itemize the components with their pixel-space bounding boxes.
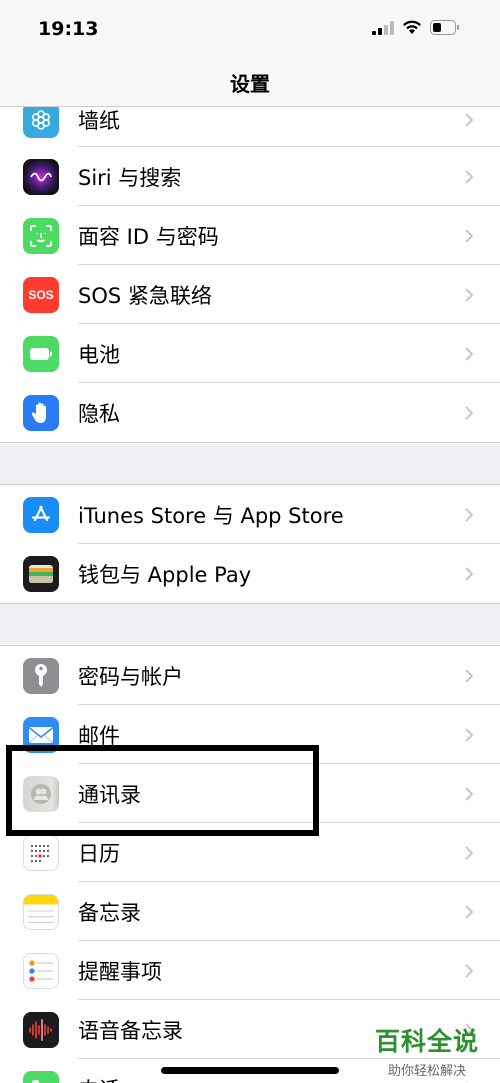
- settings-row-sos[interactable]: SOS SOS 紧急联络: [0, 265, 500, 324]
- settings-row-battery[interactable]: 电池: [0, 324, 500, 383]
- page-title: 设置: [230, 72, 270, 96]
- settings-row-notes[interactable]: 备忘录: [0, 882, 500, 941]
- watermark-title: 百科全说: [375, 1027, 480, 1056]
- row-label: 隐私: [78, 401, 120, 426]
- settings-row-wallpaper[interactable]: 墙纸: [0, 107, 500, 147]
- row-label: 密码与帐户: [78, 664, 183, 689]
- chevron-right-icon: [465, 727, 474, 742]
- settings-group-2: iTunes Store 与 App Store 钱包与 Apple Pay: [0, 485, 500, 603]
- calendar-icon: [23, 834, 59, 871]
- row-label: 日历: [78, 841, 120, 866]
- chevron-right-icon: [465, 169, 474, 184]
- row-label: 面容 ID 与密码: [78, 224, 219, 249]
- notes-icon: [23, 893, 59, 930]
- row-label: iTunes Store 与 App Store: [78, 503, 344, 528]
- voice-memos-icon: [23, 1011, 59, 1048]
- home-indicator[interactable]: [161, 1067, 339, 1074]
- chevron-right-icon: [465, 566, 474, 581]
- key-icon: [23, 657, 59, 694]
- siri-icon: [23, 158, 59, 195]
- cellular-signal-icon: [372, 20, 394, 35]
- battery-status-icon: [430, 20, 459, 35]
- chevron-right-icon: [465, 228, 474, 243]
- settings-list[interactable]: 墙纸 Siri 与搜索 面容 ID 与密码 SOS SOS 紧急联络 电池 隐私…: [0, 107, 500, 1083]
- navigation-bar: 设置: [0, 58, 500, 107]
- highlight-box: [6, 745, 319, 836]
- chevron-right-icon: [465, 845, 474, 860]
- settings-group-1: 墙纸 Siri 与搜索 面容 ID 与密码 SOS SOS 紧急联络 电池 隐私: [0, 107, 500, 442]
- row-label: 电池: [78, 342, 120, 367]
- wallet-icon: [23, 555, 59, 592]
- row-label: 钱包与 Apple Pay: [78, 562, 252, 587]
- watermark-subtitle: 助你轻松解决: [388, 1064, 467, 1079]
- chevron-right-icon: [465, 668, 474, 683]
- hand-icon: [23, 394, 59, 431]
- wifi-icon: [403, 20, 421, 34]
- app-store-icon: [23, 496, 59, 533]
- chevron-right-icon: [465, 786, 474, 801]
- settings-row-wallet[interactable]: 钱包与 Apple Pay: [0, 544, 500, 603]
- chevron-right-icon: [465, 287, 474, 302]
- section-gap: [0, 603, 500, 646]
- chevron-right-icon: [465, 904, 474, 919]
- settings-row-privacy[interactable]: 隐私: [0, 383, 500, 442]
- battery-icon: [23, 335, 59, 372]
- sos-icon: SOS: [23, 276, 59, 313]
- settings-group-3: 密码与帐户 邮件 通讯录 日历 备忘录 提醒事项 语音备忘录: [0, 646, 500, 1083]
- reminders-icon: [23, 952, 59, 989]
- face-id-icon: [23, 217, 59, 254]
- chevron-right-icon: [465, 405, 474, 420]
- section-gap: [0, 442, 500, 485]
- status-time: 19:13: [38, 18, 99, 40]
- row-label: 墙纸: [78, 109, 120, 133]
- wallpaper-icon: [23, 107, 59, 138]
- status-icons: [372, 20, 460, 35]
- settings-row-app-store[interactable]: iTunes Store 与 App Store: [0, 485, 500, 544]
- row-label: Siri 与搜索: [78, 165, 182, 190]
- chevron-right-icon: [465, 507, 474, 522]
- status-bar: 19:13: [0, 0, 500, 58]
- chevron-right-icon: [465, 113, 474, 127]
- chevron-right-icon: [465, 346, 474, 361]
- settings-row-face-id[interactable]: 面容 ID 与密码: [0, 206, 500, 265]
- watermark: 百科全说 助你轻松解决: [375, 1022, 479, 1079]
- settings-row-reminders[interactable]: 提醒事项: [0, 941, 500, 1000]
- row-label: 提醒事项: [78, 959, 162, 984]
- chevron-right-icon: [465, 963, 474, 978]
- row-label: 备忘录: [78, 900, 141, 925]
- settings-row-siri[interactable]: Siri 与搜索: [0, 147, 500, 206]
- row-label: SOS 紧急联络: [78, 283, 212, 308]
- phone-icon: [23, 1070, 59, 1083]
- settings-row-passwords[interactable]: 密码与帐户: [0, 646, 500, 705]
